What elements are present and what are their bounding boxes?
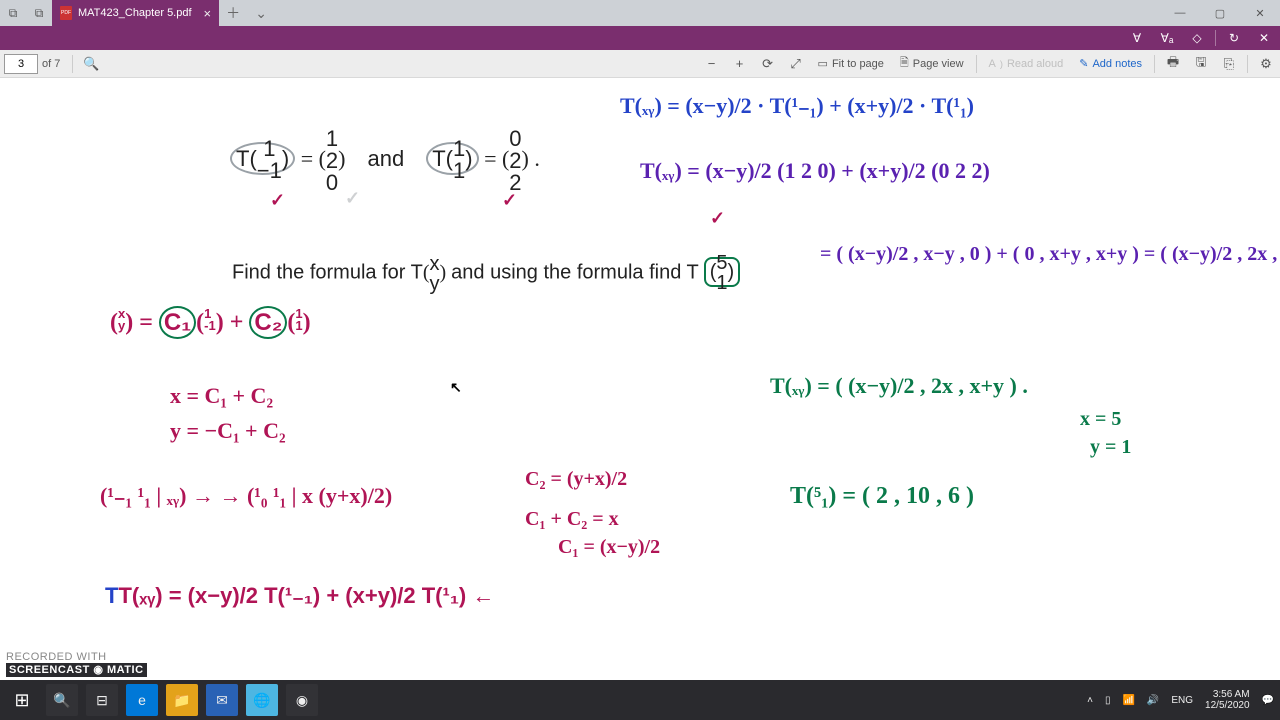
- pdf-text-1: T(1−1) = (120) and T(11) = (022) .: [230, 128, 540, 194]
- tray-lang[interactable]: ENG: [1171, 695, 1193, 706]
- pdf-icon: [60, 6, 72, 20]
- tabactions-icon[interactable]: ⧉: [0, 0, 26, 26]
- tab-active[interactable]: MAT423_Chapter 5.pdf ×: [52, 0, 219, 26]
- app-edge-icon[interactable]: e: [126, 684, 158, 716]
- anno-blue-1: T(ₓᵧ) = (x−y)/2 · T(¹₋₁) + (x+y)/2 · T(¹…: [620, 93, 974, 119]
- app-explorer-icon[interactable]: 📁: [166, 684, 198, 716]
- toolbar-sep2: [976, 55, 977, 73]
- maximize-button[interactable]: ▢: [1200, 0, 1240, 26]
- tick-4: ✓: [710, 208, 725, 229]
- anno-red-5: C₂ = (y+x)/2: [525, 468, 627, 491]
- taskview-icon[interactable]: ⊟: [86, 684, 118, 716]
- screencast-watermark: RECORDED WITH SCREENCAST ◉ MATIC: [6, 651, 147, 676]
- fit-to-page-button[interactable]: ▭ Fit to page: [810, 50, 892, 78]
- start-button[interactable]: ⊞: [6, 684, 38, 716]
- tray-volume-icon[interactable]: 🔊: [1147, 695, 1159, 706]
- page-view-button[interactable]: 🗎 Page view: [892, 50, 972, 78]
- page-number-input[interactable]: [4, 54, 38, 74]
- zoom-out-button[interactable]: −: [698, 50, 726, 78]
- search-taskbar-icon[interactable]: 🔍: [46, 684, 78, 716]
- highlight-icon[interactable]: ∀: [1125, 28, 1149, 48]
- close-pane-icon[interactable]: ✕: [1252, 28, 1276, 48]
- zoom-in-button[interactable]: +: [726, 50, 754, 78]
- expand-icon[interactable]: ⤢: [782, 50, 810, 78]
- saveas-icon[interactable]: ⎘: [1215, 50, 1243, 78]
- read-aloud-button[interactable]: A) Read aloud: [981, 50, 1072, 78]
- anno-green-3: y = 1: [1090, 436, 1131, 459]
- tab-title: MAT423_Chapter 5.pdf: [78, 7, 192, 19]
- tray-chevron-icon[interactable]: ˄: [1087, 695, 1093, 706]
- anno-purple-2: = ( (x−y)/2 , x−y , 0 ) + ( 0 , x+y , x+…: [820, 243, 1280, 266]
- settings-icon[interactable]: ⚙: [1252, 50, 1280, 78]
- save-icon[interactable]: 🖫: [1187, 50, 1215, 78]
- pdf-toolbar: of 7 🔍 − + ⟳ ⤢ ▭ Fit to page 🗎 Page view…: [0, 50, 1280, 78]
- app-mail-icon[interactable]: ✉: [206, 684, 238, 716]
- tick-1: ✓: [270, 190, 285, 211]
- new-tab-button[interactable]: ＋: [219, 0, 247, 26]
- app-edge2-icon[interactable]: 🌐: [246, 684, 278, 716]
- tray-wifi-icon[interactable]: 📶: [1122, 695, 1134, 706]
- tray-battery-icon[interactable]: ▯: [1105, 695, 1111, 706]
- anno-green-2: x = 5: [1080, 408, 1121, 431]
- tray-clock[interactable]: 3:56 AM12/5/2020: [1205, 689, 1250, 711]
- anno-purple-1: T(ₓᵧ) = (x−y)/2 (1 2 0) + (x+y)/2 (0 2 2…: [640, 158, 990, 184]
- refresh-icon[interactable]: ↻: [1222, 28, 1246, 48]
- system-tray[interactable]: ˄ ▯ 📶 🔊 ENG 3:56 AM12/5/2020 💬: [1087, 689, 1274, 711]
- toolbar-sep3: [1154, 55, 1155, 73]
- tray-notifications-icon[interactable]: 💬: [1262, 695, 1274, 706]
- app-record-icon[interactable]: ◉: [286, 684, 318, 716]
- close-window-button[interactable]: ✕: [1240, 0, 1280, 26]
- cursor-icon: ↖: [450, 380, 462, 397]
- add-notes-button[interactable]: ✎ Add notes: [1071, 50, 1150, 78]
- tabactions2-icon[interactable]: ⧉: [26, 0, 52, 26]
- toolbar-sep: [72, 55, 73, 73]
- app-ribbon: ∀ ∀ₐ ◇ ↻ ✕: [0, 26, 1280, 50]
- anno-red-6: C₁ + C₂ = x: [525, 508, 619, 531]
- ribbon-sep: [1215, 30, 1216, 46]
- anno-green-4: T(⁵₁) = ( 2 , 10 , 6 ): [790, 483, 974, 510]
- anno-red-2: x = C₁ + C₂: [170, 383, 273, 409]
- highlight2-icon[interactable]: ∀ₐ: [1155, 28, 1179, 48]
- minimize-button[interactable]: —: [1160, 0, 1200, 26]
- anno-red-3: y = −C₁ + C₂: [170, 418, 286, 444]
- tabs-chevron-icon[interactable]: ⌄: [247, 0, 275, 26]
- windows-taskbar[interactable]: ⊞ 🔍 ⊟ e 📁 ✉ 🌐 ◉ ˄ ▯ 📶 🔊 ENG 3:56 AM12/5/…: [0, 680, 1280, 720]
- anno-red-4: (¹₋₁ ¹₁ | ₓᵧ) → → (¹₀ ¹₁ | x (y+x)/2): [100, 483, 392, 509]
- window-titlebar: ⧉ ⧉ MAT423_Chapter 5.pdf × ＋ ⌄ — ▢ ✕: [0, 0, 1280, 26]
- search-icon[interactable]: 🔍: [77, 50, 105, 78]
- rotate-icon[interactable]: ⟳: [754, 50, 782, 78]
- tick-3: ✓: [502, 190, 517, 211]
- print-icon[interactable]: 🖶: [1159, 50, 1187, 78]
- pdf-text-2: Find the formula for T(xy) and using the…: [232, 253, 740, 294]
- anno-red-8: TT(ₓᵧ) = (x−y)/2 T(¹₋₁) + (x+y)/2 T(¹₁) …: [105, 583, 494, 609]
- page-count: of 7: [38, 58, 68, 70]
- tick-2: ✓: [345, 188, 360, 209]
- close-tab-icon[interactable]: ×: [198, 6, 212, 21]
- anno-green-1: T(ₓᵧ) = ( (x−y)/2 , 2x , x+y ) .: [770, 373, 1028, 399]
- erase-icon[interactable]: ◇: [1185, 28, 1209, 48]
- anno-red-7: C₁ = (x−y)/2: [558, 536, 660, 559]
- document-page: T(1−1) = (120) and T(11) = (022) . ✓ ✓ ✓…: [0, 78, 1280, 680]
- toolbar-sep4: [1247, 55, 1248, 73]
- anno-red-1: (xy) = C₁(1-1) + C₂(11): [110, 308, 311, 337]
